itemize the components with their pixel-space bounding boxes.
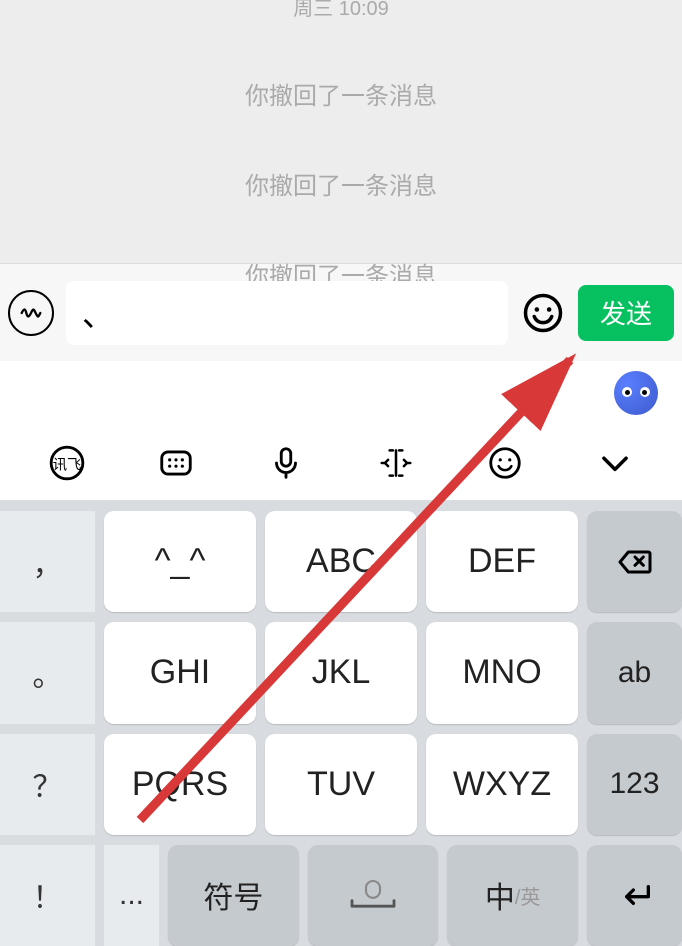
iflytek-icon: 讯飞 [48, 444, 86, 482]
smile-small-icon [486, 444, 524, 482]
key-ghi[interactable]: GHI [104, 622, 256, 723]
enter-key[interactable] [587, 845, 682, 946]
more-punct-key[interactable]: ... [104, 845, 159, 946]
microphone-icon [267, 444, 305, 482]
voice-button[interactable] [261, 438, 311, 488]
punct-comma-key[interactable]: ， [0, 511, 95, 612]
key-jkl[interactable]: JKL [265, 622, 417, 723]
punct-question-key[interactable]: ？ [0, 734, 95, 835]
key-wxyz[interactable]: WXYZ [426, 734, 578, 835]
input-method-icon[interactable] [614, 371, 658, 415]
keyboard: ， ^_^ ABC DEF 。 GHI JKL MNO ab ？ PQRS TU… [0, 501, 682, 946]
enter-icon [615, 875, 655, 915]
chevron-down-icon [596, 444, 634, 482]
smile-icon [522, 292, 564, 334]
space-key[interactable] [308, 845, 439, 946]
send-label: 发送 [600, 294, 652, 331]
recall-message: 你撤回了一条消息 [245, 166, 437, 201]
key-pqrs[interactable]: PQRS [104, 734, 256, 835]
space-icon [338, 878, 408, 912]
settings-button[interactable]: 讯飞 [42, 438, 92, 488]
keyboard-icon [157, 444, 195, 482]
alpha-key[interactable]: ab [587, 622, 682, 723]
keyboard-toolbar: 讯飞 [0, 425, 682, 501]
backspace-key[interactable] [587, 511, 682, 612]
key-emoticon[interactable]: ^_^ [104, 511, 256, 612]
cursor-icon [377, 444, 415, 482]
keyboard-switch-button[interactable] [151, 438, 201, 488]
emoji-button[interactable] [520, 290, 566, 336]
chat-timestamp: 周三 10:09 [293, 0, 389, 21]
sound-wave-icon [17, 299, 45, 327]
input-text: 、 [82, 290, 114, 336]
punct-exclaim-key[interactable]: ！ [0, 845, 95, 946]
send-button[interactable]: 发送 [578, 285, 674, 341]
voice-input-button[interactable] [8, 290, 54, 336]
emoji-toolbar-button[interactable] [480, 438, 530, 488]
cursor-button[interactable] [371, 438, 421, 488]
symbol-key[interactable]: 符号 [168, 845, 299, 946]
chat-area: 周三 10:09 你撤回了一条消息 你撤回了一条消息 你撤回了一条消息 [0, 0, 682, 263]
backspace-icon [615, 542, 655, 582]
language-key[interactable]: 中/英 [447, 845, 578, 946]
key-def[interactable]: DEF [426, 511, 578, 612]
recall-message: 你撤回了一条消息 [245, 76, 437, 111]
key-mno[interactable]: MNO [426, 622, 578, 723]
key-abc[interactable]: ABC [265, 511, 417, 612]
message-input[interactable]: 、 [66, 281, 508, 345]
numeric-key[interactable]: 123 [587, 734, 682, 835]
key-tuv[interactable]: TUV [265, 734, 417, 835]
svg-text:讯飞: 讯飞 [53, 456, 82, 473]
collapse-keyboard-button[interactable] [590, 438, 640, 488]
punct-period-key[interactable]: 。 [0, 622, 95, 723]
suggestion-bar [0, 361, 682, 425]
